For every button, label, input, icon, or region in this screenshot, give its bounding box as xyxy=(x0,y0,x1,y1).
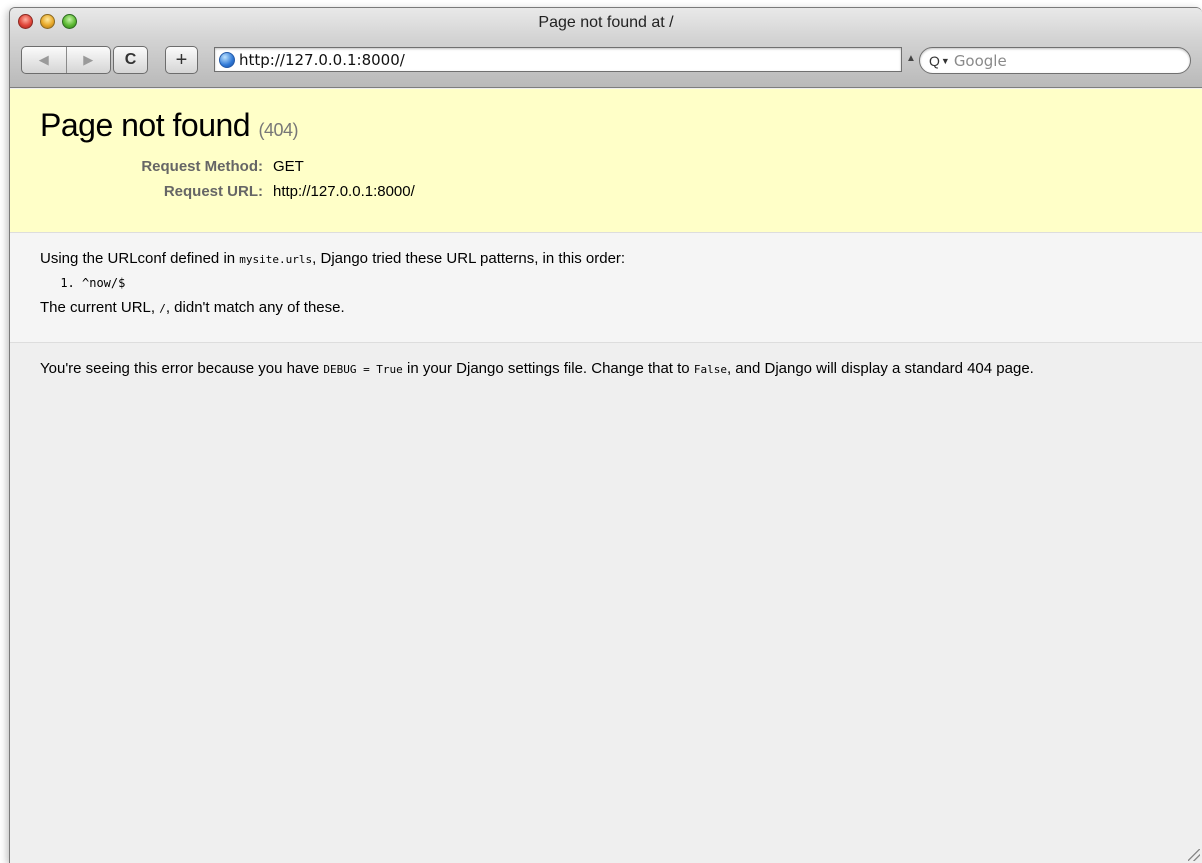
error-summary: Page not found (404) Request Method: GET… xyxy=(10,89,1202,233)
pattern-list: ^now/$ xyxy=(82,276,1172,290)
explanation-text: You're seeing this error because you hav… xyxy=(40,359,1172,380)
chevron-down-icon[interactable]: ▼ xyxy=(941,56,950,66)
intro-text: Using the URLconf defined in mysite.urls… xyxy=(40,249,1172,270)
snapback-icon[interactable]: ▲ xyxy=(906,53,916,64)
window-chrome: Page not found at / ◀ ▶ C + http://127.0… xyxy=(10,8,1202,88)
intro-after: , Django tried these URL patterns, in th… xyxy=(312,250,626,267)
resize-grip-icon[interactable] xyxy=(1188,849,1200,861)
search-field[interactable]: Q ▼ Google xyxy=(919,47,1191,74)
urlconf-info: Using the URLconf defined in mysite.urls… xyxy=(10,233,1202,343)
address-bar[interactable]: http://127.0.0.1:8000/ xyxy=(214,47,902,72)
status-code: (404) xyxy=(258,120,298,140)
search-placeholder: Google xyxy=(953,51,1007,70)
back-button[interactable]: ◀ xyxy=(22,52,66,68)
current-url: / xyxy=(159,302,166,315)
intro-before: Using the URLconf defined in xyxy=(40,250,240,267)
current-after: , didn't match any of these. xyxy=(165,299,345,316)
meta-value: http://127.0.0.1:8000/ xyxy=(273,183,415,200)
meta-label: Request URL: xyxy=(163,183,263,200)
plus-icon: + xyxy=(175,48,188,71)
explanation-part2: in your Django settings file. Change tha… xyxy=(402,360,694,377)
current-before: The current URL, xyxy=(40,299,160,316)
false-value: False xyxy=(693,363,727,376)
address-bar-url[interactable]: http://127.0.0.1:8000/ xyxy=(239,51,405,69)
back-forward-group: ◀ ▶ xyxy=(21,46,111,74)
window-title: Page not found at / xyxy=(538,14,674,31)
reload-icon: C xyxy=(124,51,137,68)
request-meta: Request Method: GET Request URL: http://… xyxy=(40,158,1172,200)
search-icon[interactable]: Q xyxy=(929,53,940,69)
debug-explanation: You're seeing this error because you hav… xyxy=(10,343,1202,396)
error-heading: Page not found xyxy=(40,107,251,143)
globe-icon xyxy=(219,51,235,68)
meta-value: GET xyxy=(273,158,304,175)
current-url-text: The current URL, /, didn't match any of … xyxy=(40,298,1172,319)
list-item: ^now/$ xyxy=(82,276,1172,290)
page-title: Page not found (404) xyxy=(40,107,1172,144)
meta-row: Request Method: GET xyxy=(40,158,1172,175)
urlconf-module: mysite.urls xyxy=(239,253,313,266)
explanation-part3: , and Django will display a standard 404… xyxy=(726,360,1034,377)
meta-label: Request Method: xyxy=(141,158,263,175)
explanation-part1: You're seeing this error because you hav… xyxy=(40,360,324,377)
page-content: Page not found (404) Request Method: GET… xyxy=(10,89,1202,863)
meta-row: Request URL: http://127.0.0.1:8000/ xyxy=(40,183,1172,200)
browser-window: Page not found at / ◀ ▶ C + http://127.0… xyxy=(9,7,1202,863)
forward-button[interactable]: ▶ xyxy=(67,52,111,68)
reload-button[interactable]: C xyxy=(113,46,148,74)
debug-setting: DEBUG = True xyxy=(323,363,403,376)
add-bookmark-button[interactable]: + xyxy=(165,46,198,74)
